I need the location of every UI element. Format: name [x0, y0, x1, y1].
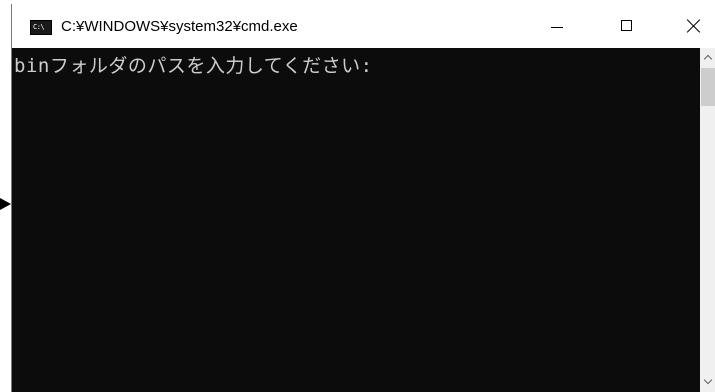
scroll-up-button[interactable]: [700, 48, 715, 65]
window-title: C:¥WINDOWS¥system32¥cmd.exe: [61, 18, 298, 35]
scroll-down-button[interactable]: [700, 375, 715, 392]
close-button[interactable]: [670, 4, 715, 48]
pointer-arrow-icon: [0, 198, 11, 210]
cmd-window: C:\ C:¥WINDOWS¥system32¥cmd.exe binフォルダの…: [11, 4, 715, 392]
app-icon-label: C:\: [33, 23, 45, 31]
console-output[interactable]: binフォルダのパスを入力してください:: [12, 48, 700, 392]
scrollbar-thumb[interactable]: [701, 68, 715, 106]
title-bar[interactable]: C:\ C:¥WINDOWS¥system32¥cmd.exe: [12, 4, 715, 48]
chevron-up-icon: [703, 54, 713, 64]
maximize-icon: [621, 20, 632, 31]
vertical-scrollbar[interactable]: [700, 48, 715, 392]
minimize-button[interactable]: [534, 4, 580, 48]
maximize-button[interactable]: [604, 4, 650, 48]
cmd-console-icon[interactable]: C:\: [30, 20, 52, 35]
minimize-icon: [551, 27, 563, 28]
chevron-down-icon: [703, 375, 713, 385]
console-prompt-line: binフォルダのパスを入力してください:: [14, 55, 373, 77]
